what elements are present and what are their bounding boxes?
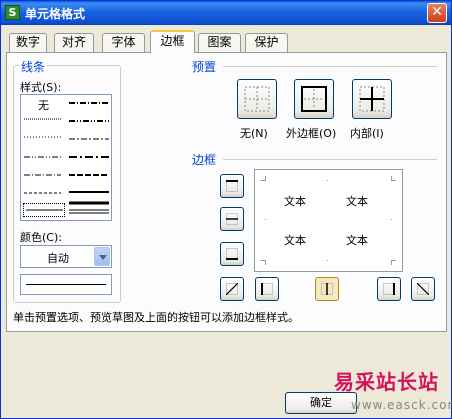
border-preview-area[interactable]: 文本 文本 文本 文本 (254, 169, 403, 272)
border-left-button[interactable] (255, 277, 279, 301)
preset-group-divider (223, 66, 437, 67)
preview-corner-mark (261, 176, 266, 181)
border-outline-icon (301, 86, 327, 112)
preset-none-label: 无(N) (240, 127, 268, 140)
preset-outline-label: 外边框(O) (286, 127, 337, 140)
preview-corner-mark (261, 260, 266, 265)
watermark-title: 易采站长站 (334, 370, 439, 394)
preview-corner-mark (391, 260, 396, 265)
line-preview (20, 274, 112, 295)
preview-text: 文本 (346, 195, 368, 208)
line-style-list[interactable]: 无 (20, 94, 112, 221)
border-inner-horizontal-icon (226, 213, 238, 225)
site-watermark: 易采站长站 www.easck.com (331, 365, 452, 419)
border-inside-icon (359, 86, 385, 112)
line-color-value: 自动 (47, 252, 69, 265)
preset-group-title: 预置 (190, 58, 219, 75)
border-inner-horizontal-button[interactable] (220, 207, 244, 231)
instruction-text: 单击预置选项、预览草图及上面的按钮可以添加边框样式。 (13, 311, 299, 324)
preview-text: 文本 (346, 234, 368, 247)
preview-corner-mark (327, 176, 328, 181)
preset-inside-label: 内部(I) (350, 127, 384, 140)
preview-corner-mark (327, 260, 328, 265)
border-right-button[interactable] (377, 277, 401, 301)
dialog-title: 单元格格式 (25, 7, 86, 21)
border-diagonal-up-icon (226, 283, 238, 295)
border-top-icon (226, 180, 238, 192)
border-diagonal-down-button[interactable] (411, 277, 435, 301)
border-top-button[interactable] (220, 174, 244, 198)
preset-inside-button[interactable] (352, 79, 392, 119)
line-group-title: 线条 (19, 58, 48, 75)
preview-corner-mark (391, 219, 396, 220)
tab-font[interactable]: 字体 (102, 33, 145, 52)
preview-text: 文本 (284, 234, 306, 247)
app-icon: S (5, 5, 20, 20)
title-bar[interactable]: S 单元格格式 ✕ (1, 1, 451, 25)
format-cells-dialog: S 单元格格式 ✕ 数字 对齐 字体 边框 图案 保护 线条 样式(S): 无 (0, 0, 452, 419)
border-group-title: 边框 (190, 151, 219, 168)
tab-patterns[interactable]: 图案 (198, 33, 241, 52)
border-inner-vertical-icon (321, 283, 333, 295)
close-button[interactable]: ✕ (427, 3, 447, 23)
close-icon: ✕ (431, 4, 443, 20)
line-style-options[interactable] (21, 95, 113, 220)
border-diagonal-down-icon (417, 283, 429, 295)
border-right-icon (383, 283, 395, 295)
color-label: 颜色(C): (20, 231, 62, 244)
border-bottom-button[interactable] (220, 242, 244, 266)
chevron-down-icon[interactable] (94, 247, 110, 266)
preset-none-button[interactable] (237, 79, 277, 119)
border-left-icon (261, 283, 273, 295)
tab-border[interactable]: 边框 (150, 30, 195, 53)
line-style-selection (23, 203, 65, 217)
border-inner-vertical-button[interactable] (315, 277, 339, 301)
preview-text: 文本 (284, 195, 306, 208)
preview-corner-mark (391, 176, 396, 181)
preview-corner-mark (261, 219, 266, 220)
tab-alignment[interactable]: 对齐 (54, 33, 94, 52)
preset-outline-button[interactable] (294, 79, 334, 119)
border-none-icon (244, 86, 270, 112)
tab-number[interactable]: 数字 (9, 33, 47, 52)
watermark-url: www.easck.com (351, 398, 452, 412)
style-label: 样式(S): (20, 81, 62, 94)
border-group-divider (223, 159, 437, 160)
border-bottom-icon (226, 248, 238, 260)
line-color-select[interactable]: 自动 (20, 245, 112, 268)
border-diagonal-up-button[interactable] (220, 277, 244, 301)
tab-protection[interactable]: 保护 (245, 33, 288, 52)
